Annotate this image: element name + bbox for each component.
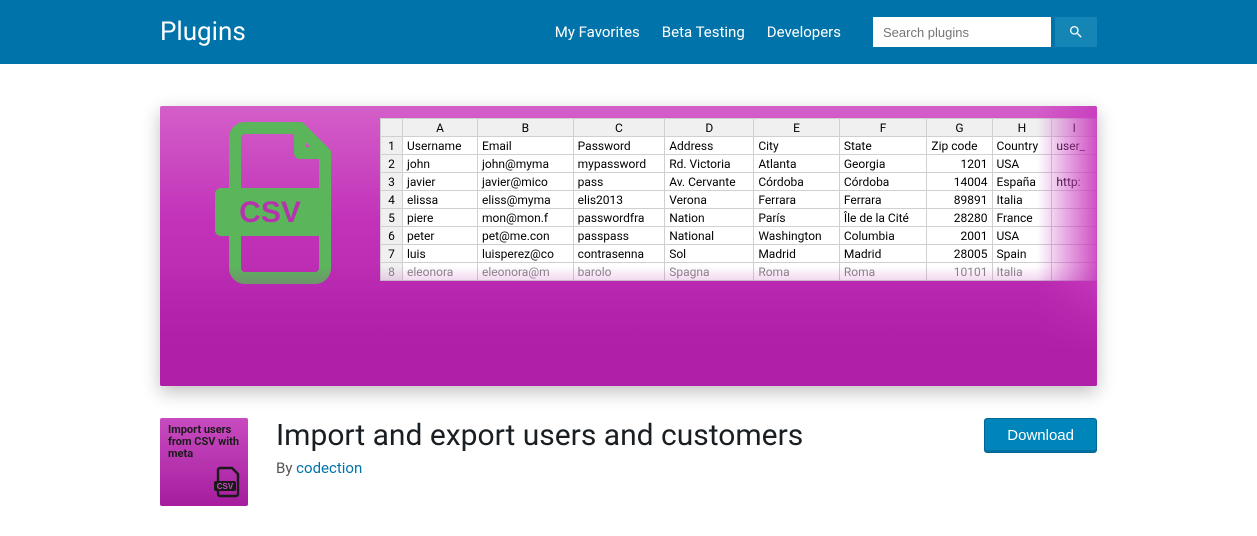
header-bar: Plugins My Favorites Beta Testing Develo… [0, 0, 1257, 64]
page-title: Plugins [160, 17, 555, 47]
header-nav: My Favorites Beta Testing Developers [555, 17, 1097, 47]
plugin-byline: By codection [276, 459, 956, 477]
search-input[interactable] [873, 17, 1051, 47]
svg-text:CSV: CSV [239, 196, 301, 229]
csv-file-icon: CSV [160, 106, 380, 288]
nav-beta-testing[interactable]: Beta Testing [662, 23, 745, 41]
banner-wrap: CSV A B C D E F G H I 1 [0, 64, 1257, 386]
plugin-banner: CSV A B C D E F G H I 1 [160, 106, 1097, 386]
nav-my-favorites[interactable]: My Favorites [555, 23, 640, 41]
plugin-title: Import and export users and customers [276, 418, 956, 453]
csv-mini-icon: CSV [212, 466, 242, 500]
plugin-author-link[interactable]: codection [296, 459, 362, 477]
plugin-icon: Import users from CSV with meta CSV [160, 418, 248, 506]
spreadsheet-preview: A B C D E F G H I 1 Username Email Passw… [380, 118, 1097, 281]
search-icon [1068, 24, 1084, 40]
nav-developers[interactable]: Developers [767, 23, 841, 41]
download-button[interactable]: Download [984, 418, 1097, 453]
svg-text:CSV: CSV [217, 482, 234, 491]
plugin-icon-text: Import users from CSV with meta [168, 423, 239, 460]
plugin-info: Import and export users and customers By… [276, 418, 956, 477]
search-button[interactable] [1055, 17, 1097, 47]
plugin-header: Import users from CSV with meta CSV Impo… [0, 386, 1257, 506]
search-wrap [873, 17, 1097, 47]
